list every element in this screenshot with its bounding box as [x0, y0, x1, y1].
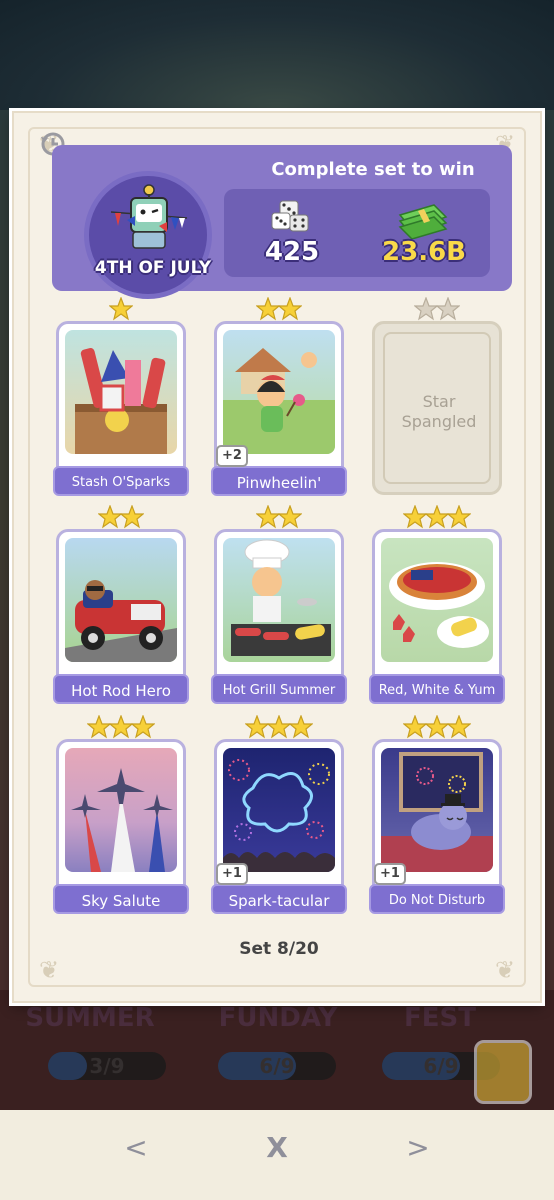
star-icon [131, 715, 155, 739]
star-rating [372, 715, 502, 743]
sticker-card[interactable]: Do Not Disturb +1 [369, 715, 505, 914]
star-rating [372, 297, 502, 325]
complete-set-text: Complete set to win [271, 159, 475, 180]
duplicate-count-badge: +2 [216, 445, 248, 467]
do-not-disturb-art [381, 748, 493, 872]
star-icon [403, 505, 427, 529]
star-icon [109, 715, 133, 739]
star-icon [278, 505, 302, 529]
next-set-button[interactable]: > [398, 1128, 438, 1168]
star-rating [56, 505, 186, 533]
cash-reward: 23.6B [382, 237, 466, 267]
sticker-card[interactable]: Hot Grill Summer [211, 505, 347, 704]
star-icon [447, 505, 471, 529]
star-icon [403, 715, 427, 739]
dice-reward: 425 [264, 237, 320, 267]
star-icon [414, 297, 438, 321]
card-name: Hot Grill Summer [211, 674, 347, 704]
card-name: Star Spangled [401, 392, 477, 431]
cash-stack-icon [398, 204, 448, 239]
spark-tacular-art [223, 748, 335, 872]
set-progress: Set 8/20 [239, 939, 319, 959]
sticker-card[interactable]: Hot Rod Hero [53, 505, 189, 704]
background-top [0, 0, 554, 110]
corner-ornament-icon: ❦ [38, 956, 60, 984]
close-button[interactable]: X [257, 1128, 297, 1168]
hot-rod-hero-art [65, 538, 177, 662]
previous-set-button[interactable]: < [116, 1128, 156, 1168]
star-icon [425, 505, 449, 529]
star-icon [120, 505, 144, 529]
duplicate-count-badge: +1 [374, 863, 406, 885]
locked-card-placeholder: Star Spangled [383, 332, 491, 484]
background-set-progress: 3/9 [48, 1052, 166, 1080]
dice-icon [271, 200, 309, 232]
star-icon [245, 715, 269, 739]
set-header: 4TH OF JULY Complete set to win 425 23.6… [52, 145, 512, 299]
star-icon [98, 505, 122, 529]
star-rating [372, 505, 502, 533]
star-icon [267, 715, 291, 739]
star-icon [436, 297, 460, 321]
corner-ornament-icon: ❦ [494, 956, 516, 984]
bottom-nav-bar: < X > [0, 1110, 554, 1200]
background-set-label: SUMMER [25, 1003, 155, 1033]
red-white-yum-art [381, 538, 493, 662]
sticker-card[interactable]: Stash O'Sparks [53, 297, 189, 496]
sticker-card-locked[interactable]: Star Spangled [372, 297, 502, 495]
star-rating [214, 715, 344, 743]
sticker-card[interactable]: Pinwheelin' +2 [211, 297, 347, 496]
background-set-progress: 6/9 [218, 1052, 336, 1080]
star-rating [56, 297, 186, 325]
star-rating [214, 297, 344, 325]
star-icon [256, 297, 280, 321]
duplicate-count-badge: +1 [216, 863, 248, 885]
background-set-label: FUNDAY [218, 1003, 338, 1033]
hot-grill-summer-art [223, 538, 335, 662]
star-icon [425, 715, 449, 739]
star-icon [278, 297, 302, 321]
set-name: 4TH OF JULY [94, 258, 212, 278]
card-name: Do Not Disturb [369, 884, 505, 914]
star-icon [109, 297, 133, 321]
card-name: Hot Rod Hero [53, 674, 189, 704]
card-name: Pinwheelin' [211, 466, 347, 496]
star-icon [256, 505, 280, 529]
card-name: Spark-tacular [211, 884, 347, 914]
star-icon [87, 715, 111, 739]
album-shortcut-icon[interactable] [474, 1040, 532, 1104]
background-set-label: FEST [404, 1003, 476, 1033]
set-badge: 4TH OF JULY [84, 171, 212, 299]
pinwheelin-art [223, 330, 335, 454]
card-name: Stash O'Sparks [53, 466, 189, 496]
sky-salute-art [65, 748, 177, 872]
sticker-card[interactable]: Spark-tacular +1 [211, 715, 347, 914]
star-rating [56, 715, 186, 743]
card-name: Red, White & Yum [369, 674, 505, 704]
sticker-card[interactable]: Red, White & Yum [369, 505, 505, 704]
star-rating [214, 505, 344, 533]
reward-box: 425 23.6B [224, 189, 490, 277]
sticker-card[interactable]: Sky Salute [53, 715, 189, 914]
star-icon [289, 715, 313, 739]
robot-mascot-icon [110, 184, 188, 249]
set-detail-card: ❦ ❦ ❦ ❦ 4TH OF JULY Complete set to win … [12, 111, 542, 1003]
stash-o-sparks-art [65, 330, 177, 454]
card-name: Sky Salute [53, 884, 189, 914]
star-icon [447, 715, 471, 739]
